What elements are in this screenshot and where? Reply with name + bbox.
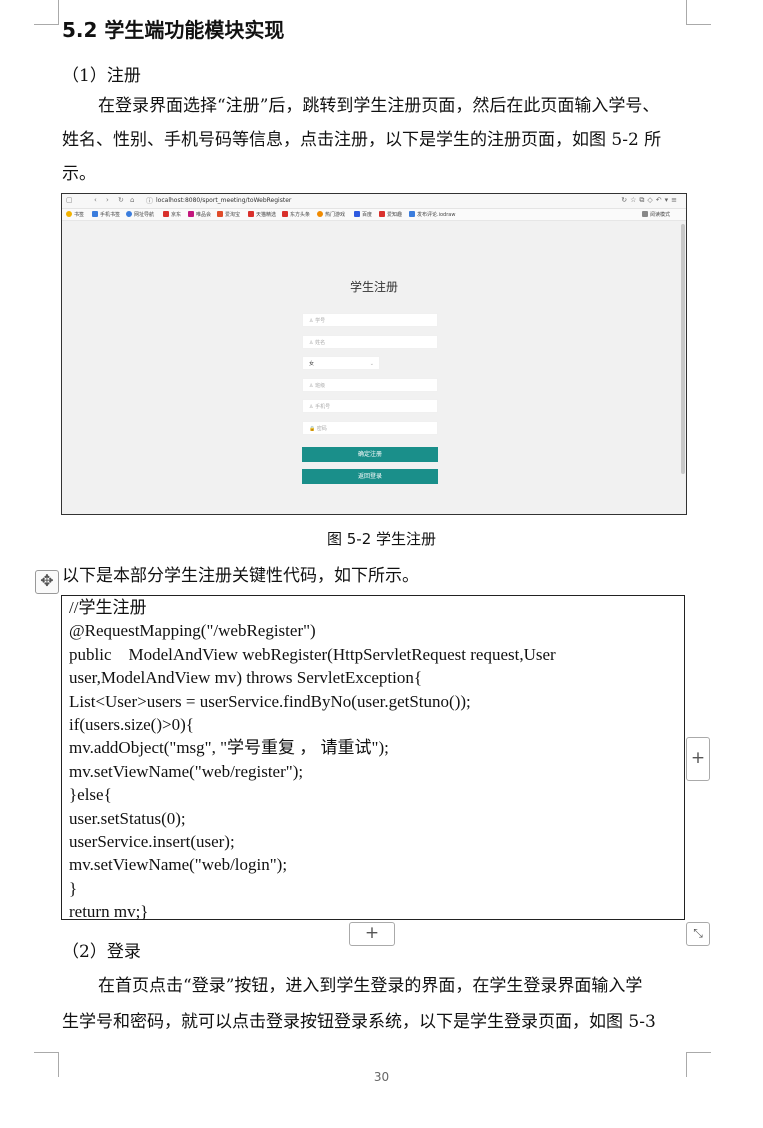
bookmarks-bar: 书签 手机书签 网址导航 京东 唯品会 爱淘宝 天猫精选 东方头条 热门游戏 百… bbox=[62, 209, 686, 221]
figure-caption: 图 5-2 学生注册 bbox=[326, 530, 437, 548]
bookmark-item: 爱知趣 bbox=[379, 211, 402, 218]
browser-address-bar: ▢ ‹ › ↻ ⌂ ⓘ localhost:8080/sport_meeting… bbox=[62, 194, 686, 209]
class-field: ♙ 班级 bbox=[302, 378, 438, 392]
window-icon: ▢ bbox=[66, 196, 73, 204]
paragraph-line: 示。 bbox=[62, 164, 96, 184]
code-intro: 以下是本部分学生注册关键性代码，如下所示。 bbox=[62, 566, 419, 586]
paragraph-line: 在登录界面选择“注册”后，跳转到学生注册页面，然后在此页面输入学号、 bbox=[98, 96, 660, 116]
code-line: if(users.size()>0){ bbox=[69, 714, 194, 734]
code-line: userService.insert(user); bbox=[69, 831, 235, 851]
table-move-handle[interactable]: ✥ bbox=[35, 570, 59, 594]
subsection-heading-login: （2）登录 bbox=[62, 942, 141, 962]
page-number: 30 bbox=[373, 1070, 390, 1084]
code-line: user.setStatus(0); bbox=[69, 808, 186, 828]
code-line: @RequestMapping("/webRegister") bbox=[69, 621, 316, 641]
bookmark-item: 京东 bbox=[163, 211, 181, 218]
bookmark-item: 手机书签 bbox=[92, 211, 120, 218]
bookmark-icon bbox=[282, 211, 288, 217]
bookmark-icon bbox=[317, 211, 323, 217]
bookmark-item: 东方头条 bbox=[282, 211, 310, 218]
confirm-register-button: 确定注册 bbox=[302, 447, 438, 462]
reload-icon: ↻ bbox=[118, 196, 124, 204]
gender-select: 女 ⌄ bbox=[302, 356, 380, 370]
bookmark-item: 爱淘宝 bbox=[217, 211, 240, 218]
bookmark-item: 书签 bbox=[66, 211, 84, 218]
password-field: 🔒 密码 bbox=[302, 421, 438, 435]
back-to-login-button: 返回登录 bbox=[302, 469, 438, 484]
bookmark-icon bbox=[379, 211, 385, 217]
bookmark-item: 百度 bbox=[354, 211, 372, 218]
bookmark-item: 网址导航 bbox=[126, 211, 154, 218]
code-line: return mv;} bbox=[69, 902, 149, 922]
info-icon: ⓘ bbox=[146, 197, 153, 205]
section-heading: 5.2 学生端功能模块实现 bbox=[62, 18, 285, 42]
bookmark-icon bbox=[248, 211, 254, 217]
bookmark-item: 发布评论.iodraw bbox=[409, 211, 455, 218]
phone-field: ♙ 手机号 bbox=[302, 399, 438, 413]
paragraph-line: 姓名、性别、手机号码等信息，点击注册，以下是学生的注册页面，如图 5-2 所 bbox=[62, 130, 662, 150]
bookmark-icon bbox=[163, 211, 169, 217]
reading-mode-icon bbox=[642, 211, 648, 217]
bookmark-icon bbox=[92, 211, 98, 217]
bookmark-item: 热门游戏 bbox=[317, 211, 345, 218]
code-line: public ModelAndView webRegister(HttpServ… bbox=[69, 644, 556, 664]
register-page-screenshot: ▢ ‹ › ↻ ⌂ ⓘ localhost:8080/sport_meeting… bbox=[61, 193, 687, 515]
code-line: mv.addObject("msg", "学号重复 ， 请重试"); bbox=[69, 738, 389, 758]
code-line: mv.setViewName("web/login"); bbox=[69, 855, 288, 875]
paragraph-line: 生学号和密码，就可以点击登录按钮登录系统，以下是学生登录页面，如图 5-3 bbox=[62, 1012, 656, 1032]
code-line: mv.setViewName("web/register"); bbox=[69, 761, 304, 781]
chevron-down-icon: ⌄ bbox=[369, 361, 374, 367]
bookmark-icon bbox=[126, 211, 132, 217]
name-field: ♙ 姓名 bbox=[302, 335, 438, 349]
student-number-field: ♙ 学号 bbox=[302, 313, 438, 327]
code-line: }else{ bbox=[69, 785, 112, 805]
star-icon bbox=[66, 211, 72, 217]
code-line: List<User>users = userService.findByNo(u… bbox=[69, 691, 471, 711]
register-title: 学生注册 bbox=[349, 280, 398, 294]
add-row-button[interactable]: + bbox=[349, 922, 395, 946]
bookmark-icon bbox=[354, 211, 360, 217]
browser-toolbar-icons: ↻☆⧉◇↶▾≡ bbox=[621, 196, 680, 204]
home-icon: ⌂ bbox=[130, 196, 135, 204]
resize-handle-icon[interactable]: ⤡ bbox=[686, 922, 710, 946]
code-line: user,ModelAndView mv) throws ServletExce… bbox=[69, 668, 422, 688]
reading-mode: 阅读模式 bbox=[642, 211, 670, 218]
forward-icon: › bbox=[106, 196, 109, 204]
paragraph-line: 在首页点击“登录”按钮，进入到学生登录的界面，在学生登录界面输入学 bbox=[98, 976, 643, 996]
crop-mark-top-left bbox=[34, 0, 59, 25]
bookmark-item: 天猫精选 bbox=[248, 211, 276, 218]
code-line: //学生注册 bbox=[69, 598, 147, 617]
bookmark-icon bbox=[217, 211, 223, 217]
subsection-heading-register: （1）注册 bbox=[62, 66, 141, 86]
url-text: localhost:8080/sport_meeting/toWebRegist… bbox=[156, 197, 292, 204]
page-scrollbar bbox=[681, 224, 685, 474]
bookmark-icon bbox=[409, 211, 415, 217]
bookmark-icon bbox=[188, 211, 194, 217]
code-line: } bbox=[69, 878, 78, 898]
add-column-button[interactable]: + bbox=[686, 737, 710, 781]
crop-mark-top-right bbox=[686, 0, 711, 25]
code-block: //学生注册 @RequestMapping("/webRegister") p… bbox=[61, 595, 685, 922]
bookmark-item: 唯品会 bbox=[188, 211, 211, 218]
back-icon: ‹ bbox=[94, 196, 97, 204]
